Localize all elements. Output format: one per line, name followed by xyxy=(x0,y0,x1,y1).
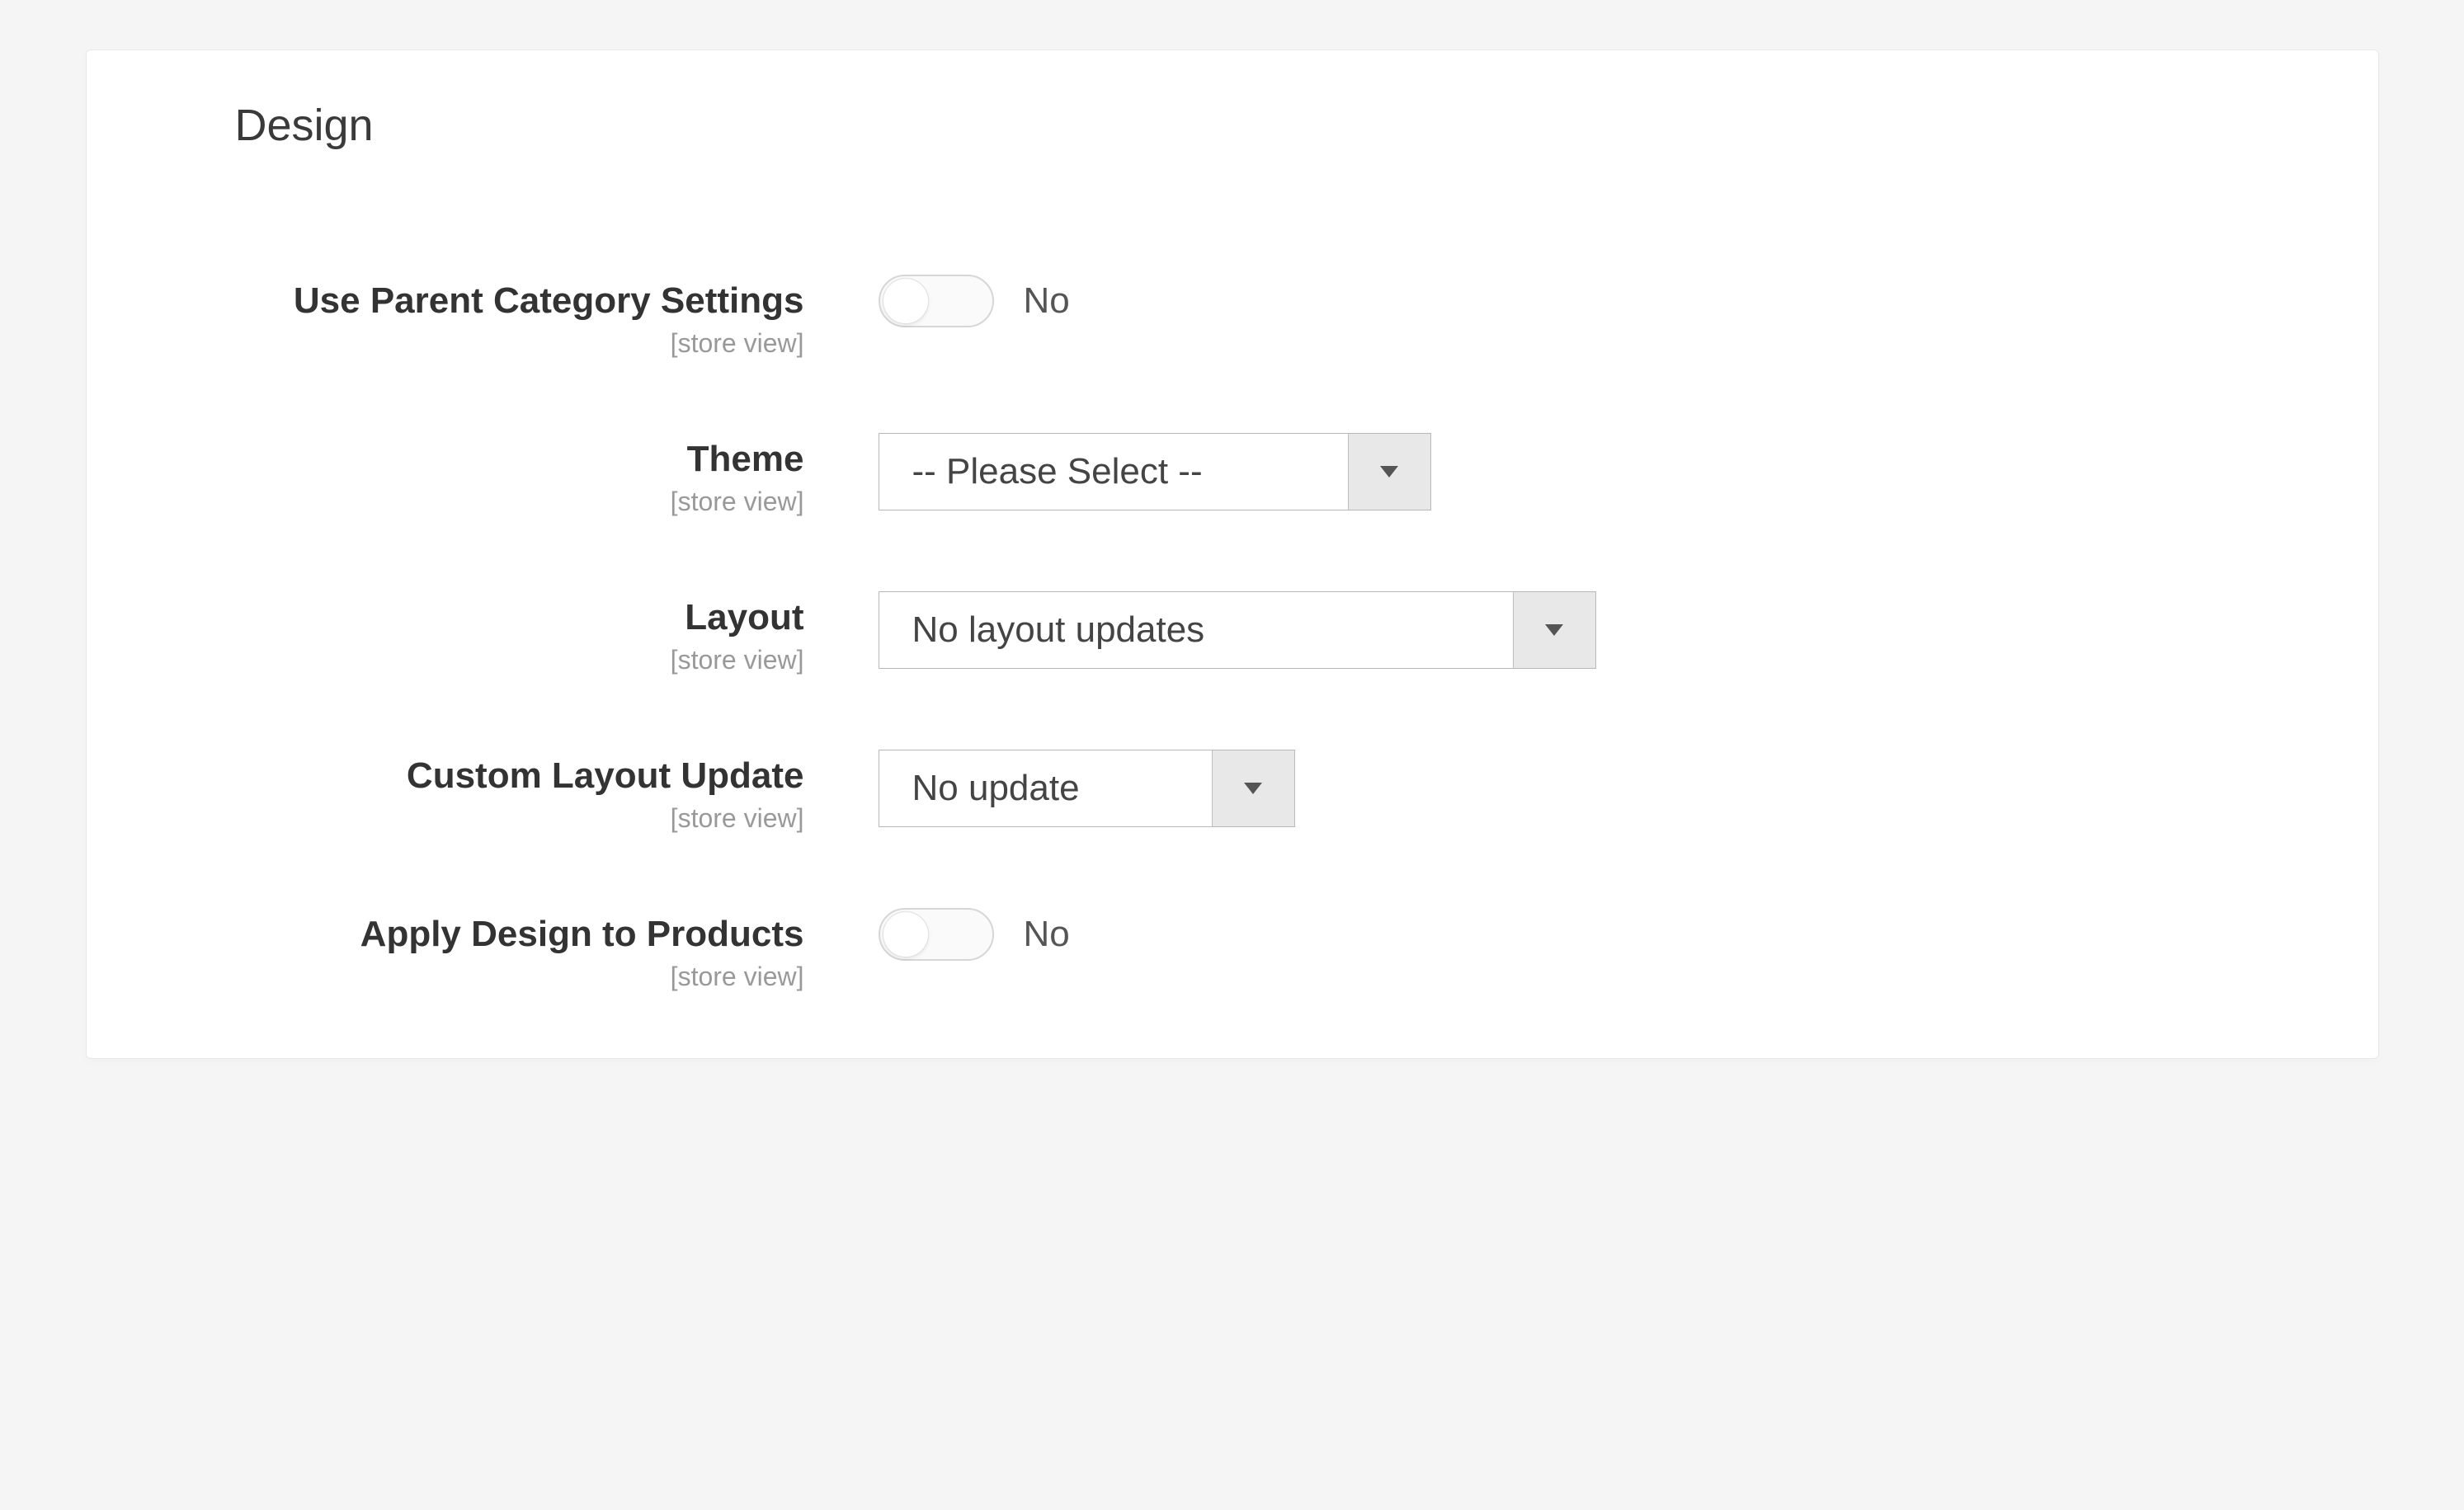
field-theme: Theme [store view] -- Please Select -- xyxy=(235,433,2230,517)
field-apply-design: Apply Design to Products [store view] No xyxy=(235,908,2230,992)
label-col: Use Parent Category Settings [store view… xyxy=(235,275,879,359)
custom-layout-label: Custom Layout Update xyxy=(235,753,804,798)
layout-select-value: No layout updates xyxy=(879,592,1513,668)
chevron-down-icon xyxy=(1348,434,1430,510)
theme-select-value: -- Please Select -- xyxy=(879,434,1348,510)
apply-design-label: Apply Design to Products xyxy=(235,911,804,957)
label-col: Layout [store view] xyxy=(235,591,879,675)
panel-title: Design xyxy=(235,100,2230,151)
layout-select[interactable]: No layout updates xyxy=(879,591,1596,669)
label-col: Apply Design to Products [store view] xyxy=(235,908,879,992)
layout-label: Layout xyxy=(235,595,804,640)
toggle-knob xyxy=(883,911,929,957)
field-layout: Layout [store view] No layout updates xyxy=(235,591,2230,675)
use-parent-label: Use Parent Category Settings xyxy=(235,278,804,323)
apply-design-value: No xyxy=(1024,914,1070,955)
theme-label: Theme xyxy=(235,436,804,482)
theme-select[interactable]: -- Please Select -- xyxy=(879,433,1431,510)
field-custom-layout: Custom Layout Update [store view] No upd… xyxy=(235,750,2230,834)
chevron-down-icon xyxy=(1212,750,1294,826)
design-panel: Design Use Parent Category Settings [sto… xyxy=(86,49,2379,1059)
apply-design-toggle[interactable] xyxy=(879,908,994,961)
use-parent-toggle[interactable] xyxy=(879,275,994,327)
apply-design-scope: [store view] xyxy=(235,962,804,992)
theme-scope: [store view] xyxy=(235,487,804,517)
custom-layout-scope: [store view] xyxy=(235,803,804,834)
use-parent-value: No xyxy=(1024,280,1070,322)
use-parent-scope: [store view] xyxy=(235,328,804,359)
custom-layout-select[interactable]: No update xyxy=(879,750,1295,827)
custom-layout-select-value: No update xyxy=(879,750,1212,826)
layout-scope: [store view] xyxy=(235,645,804,675)
toggle-knob xyxy=(883,278,929,324)
chevron-down-icon xyxy=(1513,592,1595,668)
label-col: Custom Layout Update [store view] xyxy=(235,750,879,834)
label-col: Theme [store view] xyxy=(235,433,879,517)
field-use-parent: Use Parent Category Settings [store view… xyxy=(235,275,2230,359)
